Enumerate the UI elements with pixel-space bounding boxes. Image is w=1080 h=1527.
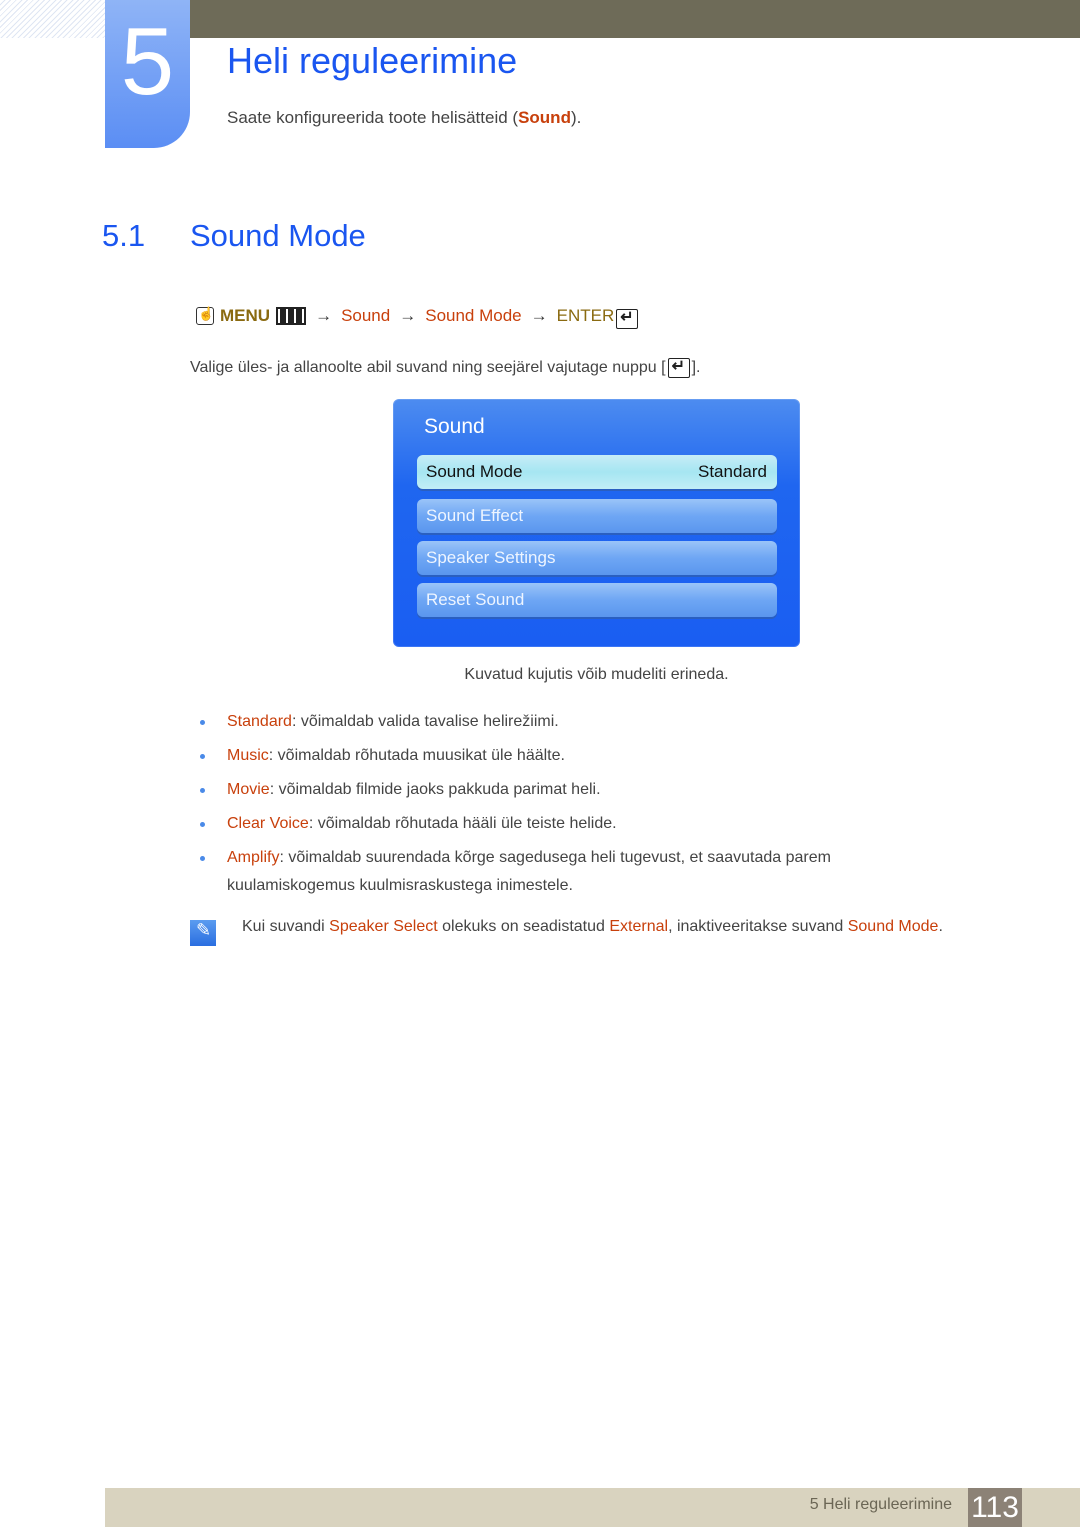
arrow-icon: → — [399, 306, 417, 325]
page-number: 113 — [968, 1488, 1022, 1527]
note-text-part: , inaktiveeritakse suvand — [668, 918, 848, 935]
enter-icon — [667, 356, 690, 378]
hand-remote-icon — [196, 306, 214, 325]
footer-bar: 5 Heli reguleerimine — [105, 1488, 1080, 1527]
image-caption: Kuvatud kujutis võib mudeliti erineda. — [464, 666, 729, 683]
bullet-icon — [200, 720, 205, 725]
osd-sound-menu: Sound Sound Mode Standard Sound Effect S… — [393, 399, 800, 647]
intro-text: Saate konfigureerida toote helisätteid ( — [227, 108, 519, 127]
bullet-desc: : võimaldab suurendada kõrge sagedusega … — [227, 849, 831, 894]
osd-item-label: Speaker Settings — [426, 548, 556, 567]
menu-step-sound-mode: Sound Mode — [425, 306, 522, 325]
menu-step-sound: Sound — [341, 306, 391, 325]
bullet-desc: : võimaldab filmide jaoks pakkuda parima… — [269, 781, 601, 798]
chapter-number-badge: 5 — [105, 0, 190, 148]
bullet-icon — [200, 754, 205, 759]
menu-path: MENU → Sound → Sound Mode → ENTER — [196, 303, 639, 329]
bullet-desc: : võimaldab rõhutada muusikat üle häälte… — [268, 747, 565, 764]
intro-suffix: ). — [570, 108, 582, 127]
osd-item-label: Reset Sound — [426, 590, 525, 609]
list-item: Amplify: võimaldab suurendada kõrge sage… — [190, 844, 930, 900]
chapter-intro: Saate konfigureerida toote helisätteid (… — [227, 108, 581, 128]
note-pencil-icon — [190, 920, 216, 946]
osd-item-sound-effect[interactable]: Sound Effect — [417, 499, 777, 533]
osd-title: Sound — [424, 415, 485, 438]
note-text-part: . — [938, 918, 943, 935]
footer-chapter-label: 5 Heli reguleerimine — [809, 1496, 952, 1513]
note-text-part: olekuks on seadistatud — [437, 918, 610, 935]
section-number: 5.1 — [102, 218, 146, 253]
intro-highlight: Sound — [518, 108, 571, 127]
bullet-term: Movie — [227, 781, 270, 798]
note-text-part: Kui suvandi — [242, 918, 330, 935]
note-highlight: External — [609, 918, 669, 935]
note-highlight: Sound Mode — [847, 918, 939, 935]
bullet-term: Clear Voice — [227, 815, 309, 832]
bullet-icon — [200, 788, 205, 793]
bullet-term: Music — [227, 747, 269, 764]
list-item: Standard: võimaldab valida tavalise heli… — [190, 708, 930, 736]
menu-label: MENU — [220, 306, 271, 325]
osd-item-label: Sound Effect — [426, 506, 524, 525]
section-title: Sound Mode — [190, 218, 366, 253]
list-item: Movie: võimaldab filmide jaoks pakkuda p… — [190, 776, 930, 804]
osd-item-reset-sound[interactable]: Reset Sound — [417, 583, 777, 617]
bullet-term: Amplify — [227, 849, 280, 866]
instruction-suffix: ]. — [691, 359, 701, 376]
arrow-icon: → — [530, 306, 548, 325]
osd-item-label: Sound Mode — [426, 462, 523, 481]
menu-icon — [276, 307, 307, 325]
bullet-desc: : võimaldab rõhutada hääli üle teiste he… — [308, 815, 617, 832]
enter-icon — [616, 307, 639, 329]
note-highlight: Speaker Select — [329, 918, 438, 935]
bullet-icon — [200, 856, 205, 861]
bullet-list: Standard: võimaldab valida tavalise heli… — [190, 708, 930, 906]
enter-label: ENTER — [556, 306, 615, 325]
arrow-icon: → — [315, 306, 333, 325]
note-text: Kui suvandi Speaker Select olekuks on se… — [242, 918, 943, 936]
list-item: Clear Voice: võimaldab rõhutada hääli ül… — [190, 810, 930, 838]
list-item: Music: võimaldab rõhutada muusikat üle h… — [190, 742, 930, 770]
note: Kui suvandi Speaker Select olekuks on se… — [190, 918, 943, 946]
chapter-title: Heli reguleerimine — [227, 40, 518, 81]
bullet-desc: : võimaldab valida tavalise helirežiimi. — [291, 713, 559, 730]
osd-item-sound-mode[interactable]: Sound Mode Standard — [417, 455, 777, 489]
instruction: Valige üles- ja allanoolte abil suvand n… — [190, 356, 701, 378]
bullet-icon — [200, 822, 205, 827]
osd-item-value: Standard — [698, 462, 767, 481]
decorative-hatch — [0, 0, 105, 38]
top-bar — [190, 0, 1080, 38]
bullet-term: Standard — [227, 713, 292, 730]
osd-item-speaker-settings[interactable]: Speaker Settings — [417, 541, 777, 575]
instruction-text: Valige üles- ja allanoolte abil suvand n… — [190, 359, 666, 376]
